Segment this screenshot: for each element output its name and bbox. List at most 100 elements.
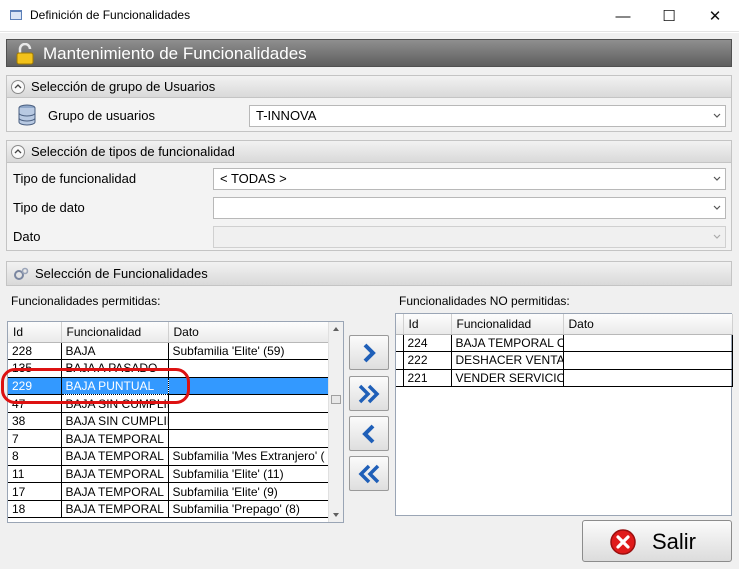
table-cell[interactable]: BAJA TEMPORAL CO bbox=[451, 334, 564, 353]
remove-selected-button[interactable] bbox=[349, 416, 389, 451]
table-cell[interactable]: 7 bbox=[8, 429, 62, 449]
chevron-down-icon bbox=[713, 113, 721, 118]
table-cell[interactable] bbox=[563, 334, 733, 353]
functionality-selection-title: Selección de Funcionalidades bbox=[35, 266, 208, 281]
table-cell[interactable] bbox=[563, 369, 733, 388]
table-cell[interactable] bbox=[168, 359, 329, 378]
add-all-button[interactable] bbox=[349, 376, 389, 411]
header-band: Mantenimiento de Funcionalidades bbox=[6, 39, 732, 67]
table-cell[interactable] bbox=[563, 351, 733, 370]
table-cell[interactable]: BAJA bbox=[61, 342, 169, 361]
table-row[interactable]: 224 BAJA TEMPORAL CO bbox=[396, 334, 733, 353]
user-group-section-header: Selección de grupo de Usuarios bbox=[7, 76, 731, 98]
data-select bbox=[213, 226, 726, 248]
table-cell[interactable]: 224 bbox=[403, 334, 452, 353]
table-cell[interactable]: 222 bbox=[403, 351, 452, 370]
column-header[interactable]: Dato bbox=[168, 322, 329, 343]
functionality-type-section: Selección de tipos de funcionalidad Tipo… bbox=[6, 140, 732, 251]
user-group-select[interactable]: T-INNOVA bbox=[249, 105, 726, 127]
table-row[interactable]: 221 VENDER SERVICIO bbox=[396, 369, 733, 388]
table-cell[interactable]: BAJA TEMPORAL bbox=[61, 500, 169, 519]
scroll-thumb[interactable] bbox=[331, 395, 341, 404]
highlight-annotation bbox=[1, 368, 190, 404]
collapse-functionality-type-button[interactable] bbox=[11, 145, 25, 159]
scroll-down-icon[interactable] bbox=[332, 512, 340, 518]
page-title: Mantenimiento de Funcionalidades bbox=[43, 44, 307, 63]
allowed-title: Funcionalidades permitidas: bbox=[11, 294, 161, 308]
column-header[interactable]: Id bbox=[8, 322, 62, 343]
row-header-cell bbox=[396, 369, 404, 388]
database-icon bbox=[18, 104, 36, 126]
denied-functionalities-grid[interactable]: Id Funcionalidad Dato 224 BAJA TEMPORAL CO 2… bbox=[395, 313, 733, 516]
table-cell[interactable] bbox=[168, 377, 329, 396]
column-header[interactable]: Funcionalidad bbox=[451, 314, 564, 335]
functionality-type-select[interactable]: < TODAS > bbox=[213, 168, 726, 190]
table-cell[interactable]: Subfamilia 'Elite' (9) bbox=[168, 482, 329, 501]
functionality-selection-header: Selección de Funcionalidades bbox=[6, 261, 732, 286]
table-cell[interactable] bbox=[168, 394, 329, 413]
data-label: Dato bbox=[13, 229, 41, 244]
table-row[interactable]: 7 BAJA TEMPORAL bbox=[8, 429, 329, 449]
close-circle-icon bbox=[610, 529, 636, 555]
table-row[interactable]: 228 BAJA Subfamilia 'Elite' (59) bbox=[8, 342, 329, 361]
table-cell[interactable]: 228 bbox=[8, 342, 62, 361]
table-cell[interactable]: 18 bbox=[8, 500, 62, 519]
table-cell[interactable]: 17 bbox=[8, 482, 62, 501]
table-cell[interactable] bbox=[168, 429, 329, 449]
remove-all-button[interactable] bbox=[349, 456, 389, 491]
add-selected-button[interactable] bbox=[349, 335, 389, 370]
data-type-select[interactable] bbox=[213, 197, 726, 219]
chevron-right-icon bbox=[363, 343, 376, 363]
table-cell[interactable]: Subfamilia 'Prepago' (8) bbox=[168, 500, 329, 519]
table-row[interactable]: 222DESHACER VENTA S bbox=[396, 351, 733, 370]
allowed-grid-scrollbar[interactable] bbox=[328, 322, 343, 522]
functionality-type-section-header: Selección de tipos de funcionalidad bbox=[7, 141, 731, 163]
table-cell[interactable]: BAJA SIN CUMPLIR bbox=[61, 412, 169, 431]
lock-icon bbox=[16, 43, 34, 65]
functionality-type-label: Tipo de funcionalidad bbox=[13, 171, 137, 186]
table-row[interactable]: 11 BAJA TEMPORAL Subfamilia 'Elite' (11) bbox=[8, 465, 329, 484]
user-group-section-title: Selección de grupo de Usuarios bbox=[31, 79, 216, 94]
table-cell[interactable]: VENDER SERVICIO bbox=[451, 369, 564, 388]
chevron-down-icon bbox=[713, 234, 721, 239]
table-cell[interactable]: Subfamilia 'Mes Extranjero' ( bbox=[168, 447, 329, 466]
table-row[interactable]: 18 BAJA TEMPORAL Subfamilia 'Prepago' (8) bbox=[8, 500, 329, 519]
chevron-left-icon bbox=[362, 424, 375, 444]
column-header[interactable]: Id bbox=[403, 314, 452, 335]
minimize-button[interactable]: — bbox=[600, 0, 646, 32]
table-row[interactable]: 17 BAJA TEMPORAL Subfamilia 'Elite' (9) bbox=[8, 482, 329, 501]
row-header-cell bbox=[396, 351, 404, 370]
maximize-button[interactable]: ☐ bbox=[646, 0, 692, 32]
table-cell[interactable]: BAJA TEMPORAL bbox=[61, 429, 169, 449]
table-cell[interactable]: 8 bbox=[8, 447, 62, 466]
chevron-up-icon bbox=[14, 149, 22, 154]
table-cell[interactable]: Subfamilia 'Elite' (11) bbox=[168, 465, 329, 484]
exit-button-label: Salir bbox=[652, 529, 697, 554]
data-type-label: Tipo de dato bbox=[13, 200, 85, 215]
table-cell[interactable]: BAJA TEMPORAL bbox=[61, 465, 169, 484]
table-cell[interactable]: 38 bbox=[8, 412, 62, 431]
table-row[interactable]: 38 BAJA SIN CUMPLIR bbox=[8, 412, 329, 431]
table-cell[interactable]: DESHACER VENTA S bbox=[451, 351, 564, 370]
table-cell[interactable]: BAJA TEMPORAL bbox=[61, 447, 169, 466]
functionality-type-value: < TODAS > bbox=[220, 171, 287, 186]
column-header[interactable]: Dato bbox=[563, 314, 733, 335]
window-title: Definición de Funcionalidades bbox=[30, 8, 191, 22]
exit-button[interactable]: Salir bbox=[582, 520, 732, 562]
denied-title: Funcionalidades NO permitidas: bbox=[399, 294, 570, 308]
table-row[interactable]: 8 BAJA TEMPORAL Subfamilia 'Mes Extranjero… bbox=[8, 447, 329, 466]
table-cell[interactable]: 11 bbox=[8, 465, 62, 484]
user-group-value: T-INNOVA bbox=[256, 108, 317, 123]
app-icon bbox=[10, 10, 22, 20]
column-header[interactable]: Funcionalidad bbox=[61, 322, 169, 343]
double-chevron-left-icon bbox=[358, 464, 380, 484]
scroll-up-icon[interactable] bbox=[332, 326, 340, 332]
row-header-cell bbox=[396, 334, 404, 353]
collapse-user-group-button[interactable] bbox=[11, 80, 25, 94]
table-cell[interactable] bbox=[168, 412, 329, 431]
table-cell[interactable]: BAJA TEMPORAL bbox=[61, 482, 169, 501]
allowed-functionalities-grid[interactable]: Id Funcionalidad Dato 228 BAJA Subfamilia 'E… bbox=[7, 321, 344, 523]
table-cell[interactable]: Subfamilia 'Elite' (59) bbox=[168, 342, 329, 361]
table-cell[interactable]: 221 bbox=[403, 369, 452, 388]
close-button[interactable]: ✕ bbox=[692, 0, 738, 32]
